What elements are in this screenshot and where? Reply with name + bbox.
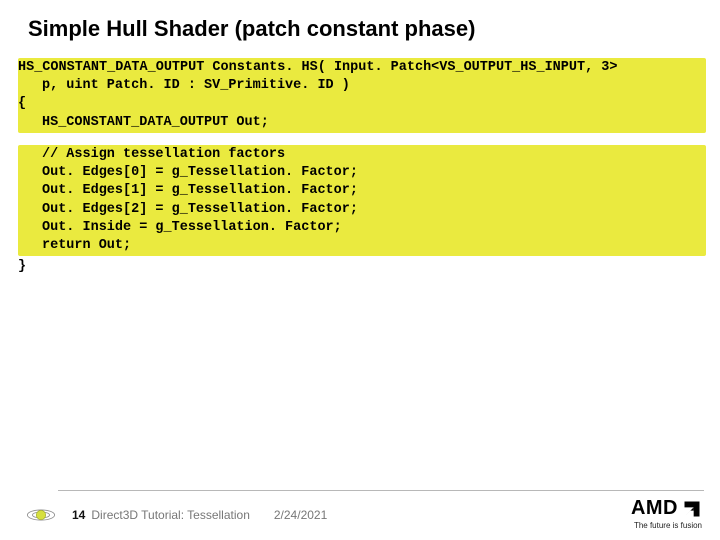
footer-divider bbox=[58, 490, 704, 491]
code-line: Out. Inside = g_Tessellation. Factor; bbox=[18, 219, 706, 237]
code-area: HS_CONSTANT_DATA_OUTPUT Constants. HS( I… bbox=[0, 58, 720, 276]
code-line: return Out; bbox=[18, 237, 706, 255]
fusion-icon bbox=[24, 501, 58, 529]
code-line: { bbox=[18, 95, 706, 113]
code-line: HS_CONSTANT_DATA_OUTPUT Out; bbox=[18, 114, 706, 132]
footer: 14 Direct3D Tutorial: Tessellation 2/24/… bbox=[0, 490, 720, 540]
code-line: Out. Edges[0] = g_Tessellation. Factor; bbox=[18, 164, 706, 182]
amd-logo: AMD The future is fusion bbox=[631, 497, 702, 530]
code-line: p, uint Patch. ID : SV_Primitive. ID ) bbox=[18, 77, 706, 95]
page-number: 14 bbox=[72, 508, 85, 522]
amd-tagline: The future is fusion bbox=[634, 521, 702, 530]
code-block-1: HS_CONSTANT_DATA_OUTPUT Constants. HS( I… bbox=[18, 58, 706, 133]
slide-title: Simple Hull Shader (patch constant phase… bbox=[0, 0, 720, 56]
code-comment: // Assign tessellation factors bbox=[18, 146, 706, 164]
code-line: Out. Edges[1] = g_Tessellation. Factor; bbox=[18, 182, 706, 200]
code-block-2: // Assign tessellation factors Out. Edge… bbox=[18, 145, 706, 256]
footer-date: 2/24/2021 bbox=[274, 508, 327, 522]
code-line: } bbox=[18, 258, 720, 276]
amd-logo-text: AMD bbox=[631, 497, 678, 520]
code-line: HS_CONSTANT_DATA_OUTPUT Constants. HS( I… bbox=[18, 59, 706, 77]
amd-arrow-icon bbox=[682, 499, 702, 519]
footer-title: Direct3D Tutorial: Tessellation bbox=[91, 508, 250, 522]
code-line: Out. Edges[2] = g_Tessellation. Factor; bbox=[18, 201, 706, 219]
